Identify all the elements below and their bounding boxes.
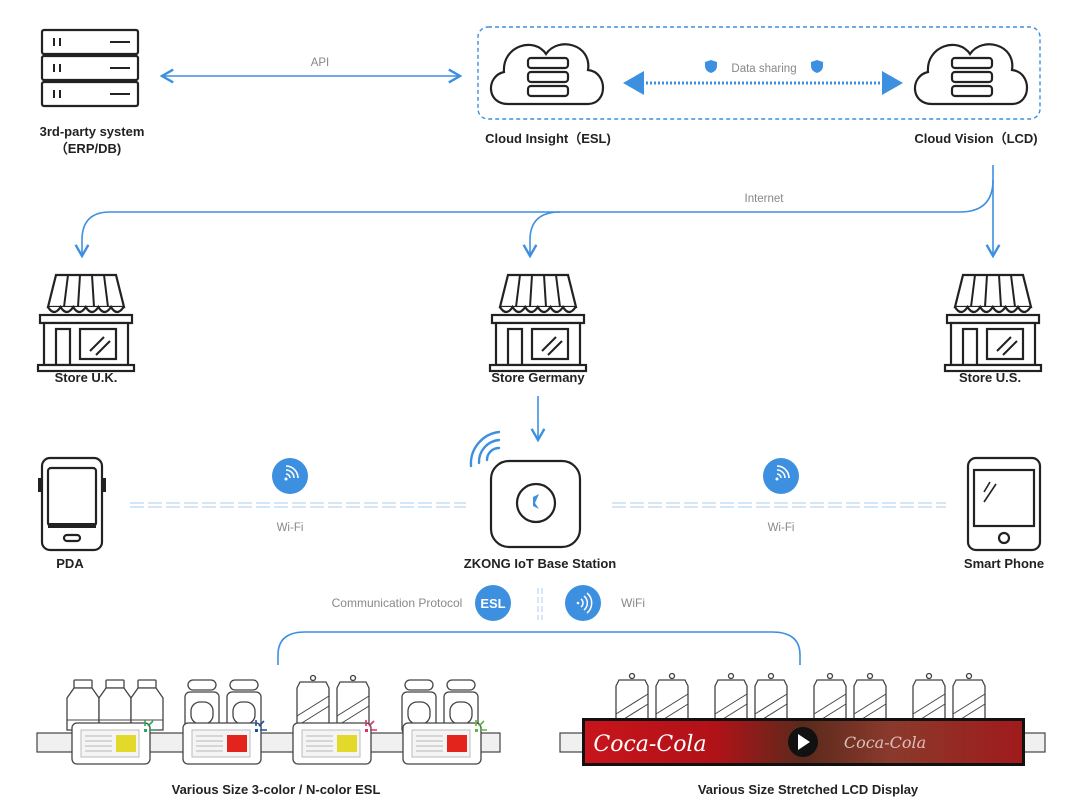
shield-icon bbox=[705, 60, 717, 73]
led-indicator bbox=[475, 729, 478, 732]
smartphone-icon bbox=[966, 456, 1042, 552]
wifi-icon bbox=[763, 458, 799, 494]
store-icon-germany bbox=[488, 273, 588, 373]
wifi-icon bbox=[272, 458, 308, 494]
lcd-brand-logo: Coca-Cola bbox=[593, 732, 706, 757]
pda-icon bbox=[38, 456, 106, 552]
wifi-signal-icon bbox=[565, 585, 601, 621]
smartphone-label: Smart Phone bbox=[964, 556, 1044, 571]
wifi-link-right bbox=[612, 502, 946, 508]
base-station-icon bbox=[489, 459, 582, 549]
esl-color-block bbox=[116, 735, 136, 752]
architecture-diagram: 3rd-party system （ERP/DB) API Data shari… bbox=[36, 26, 1046, 797]
stretched-lcd-display: Coca-Cola Coca-Cola bbox=[582, 718, 1025, 766]
cloud-vision-label: Cloud Vision（LCD) bbox=[914, 131, 1037, 146]
distribution-arc bbox=[277, 631, 801, 665]
communication-protocol-label: Communication Protocol bbox=[332, 596, 463, 610]
led-indicator bbox=[365, 729, 368, 732]
esl-color-block bbox=[447, 735, 467, 752]
led-indicator bbox=[144, 729, 147, 732]
wifi-link-left bbox=[130, 502, 466, 508]
third-party-label: 3rd-party system bbox=[40, 124, 145, 139]
internet-label: Internet bbox=[745, 193, 785, 205]
protocol-divider bbox=[537, 588, 543, 620]
esl-badge-text: ESL bbox=[480, 596, 505, 611]
shield-icon bbox=[811, 60, 823, 73]
lcd-brand-logo-faded: Coca-Cola bbox=[844, 733, 926, 752]
store-germany-label: Store Germany bbox=[491, 370, 585, 385]
lcd-caption: Various Size Stretched LCD Display bbox=[698, 782, 919, 797]
store-icon-uk bbox=[36, 273, 136, 373]
esl-tag bbox=[292, 720, 377, 765]
wifi-right-label: Wi-Fi bbox=[768, 522, 795, 534]
cloud-insight-icon bbox=[489, 43, 605, 106]
store-icon-us bbox=[943, 273, 1043, 373]
esl-caption: Various Size 3-color / N-color ESL bbox=[172, 782, 381, 797]
server-icon bbox=[40, 28, 140, 108]
wifi-protocol-label: WiFi bbox=[621, 596, 645, 610]
base-station-label: ZKONG IoT Base Station bbox=[464, 556, 616, 571]
esl-tag bbox=[71, 720, 156, 765]
esl-tag bbox=[182, 720, 267, 765]
wireless-signal-icon bbox=[469, 430, 501, 468]
wifi-left-label: Wi-Fi bbox=[277, 522, 304, 534]
pda-label: PDA bbox=[56, 556, 84, 571]
cloud-vision-icon bbox=[913, 43, 1029, 106]
esl-color-block bbox=[337, 735, 357, 752]
esl-tag bbox=[402, 720, 487, 765]
third-party-sublabel: （ERP/DB) bbox=[55, 141, 121, 156]
store-uk-label: Store U.K. bbox=[55, 370, 118, 385]
store-us-label: Store U.S. bbox=[959, 370, 1021, 385]
led-indicator bbox=[255, 729, 258, 732]
api-label: API bbox=[311, 57, 330, 69]
data-sharing-label: Data sharing bbox=[731, 63, 796, 75]
internet-connections bbox=[74, 165, 1001, 259]
esl-color-block bbox=[227, 735, 247, 752]
cloud-insight-label: Cloud Insight（ESL) bbox=[485, 131, 611, 146]
